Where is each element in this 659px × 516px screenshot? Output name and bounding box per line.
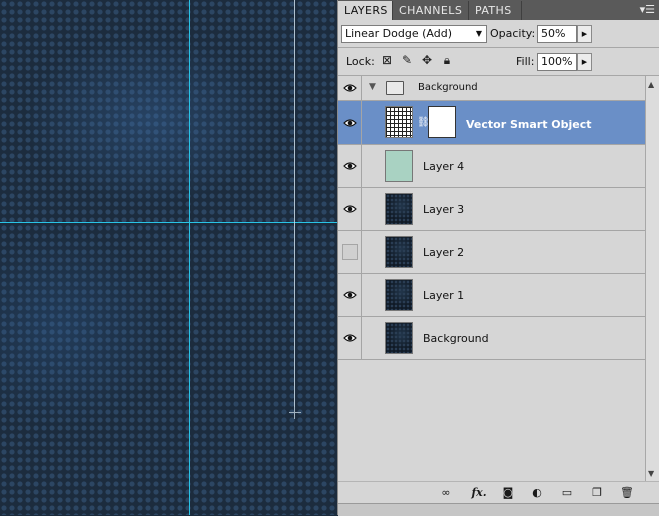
fill-field[interactable]: 100% <box>537 53 577 71</box>
lock-all-icon[interactable]: 🔒︎ <box>440 53 454 67</box>
delete-layer-icon[interactable]: 🗑︎ <box>619 485 635 501</box>
horizontal-guide[interactable] <box>0 222 337 223</box>
fill-slider-arrow-icon[interactable]: ▶ <box>577 53 592 71</box>
layer-name: Layer 4 <box>423 160 465 173</box>
tab-layers[interactable]: LAYERS <box>338 1 393 20</box>
blend-mode-value: Linear Dodge (Add) <box>345 27 452 40</box>
visibility-cell[interactable] <box>338 101 362 144</box>
layer-mask-thumbnail[interactable] <box>428 106 456 138</box>
new-group-icon[interactable]: ▭ <box>559 485 575 501</box>
scroll-up-arrow-icon[interactable]: ▲ <box>648 80 654 89</box>
eye-icon[interactable] <box>343 83 357 93</box>
lock-transparent-pixels-icon[interactable]: ⊠ <box>380 53 394 67</box>
eye-icon[interactable] <box>343 290 357 300</box>
opacity-slider-arrow-icon[interactable]: ▶ <box>577 25 592 43</box>
lock-position-icon[interactable]: ✥ <box>420 53 434 67</box>
layers-list: ▼ Background ⛓ Vector Smart Object Layer… <box>338 76 645 481</box>
layer-thumbnail[interactable] <box>385 106 413 138</box>
layer-name: Vector Smart Object <box>466 118 592 131</box>
tab-paths[interactable]: PATHS <box>469 1 522 20</box>
blend-mode-select[interactable]: Linear Dodge (Add) ▼ <box>341 25 487 43</box>
visibility-toggle-off[interactable] <box>342 244 358 260</box>
panel-menu-icon[interactable]: ▾☰ <box>640 3 655 16</box>
layer-thumbnail[interactable] <box>385 322 413 354</box>
vertical-guide[interactable] <box>189 0 190 515</box>
visibility-cell[interactable] <box>338 231 362 273</box>
fill-label: Fill: <box>516 55 535 68</box>
group-name: Background <box>418 82 478 93</box>
expand-triangle-icon[interactable]: ▼ <box>369 82 376 92</box>
eye-icon[interactable] <box>343 333 357 343</box>
layers-scrollbar[interactable]: ▲ ▼ <box>645 76 659 481</box>
layer-name: Layer 2 <box>423 246 465 259</box>
panel-tab-bar: LAYERS CHANNELS PATHS ▾☰ <box>338 0 659 20</box>
layer-name: Layer 1 <box>423 289 465 302</box>
layer-row-vector-smart-object[interactable]: ⛓ Vector Smart Object <box>338 101 645 145</box>
layer-thumbnail[interactable] <box>385 279 413 311</box>
layer-row-layer-4[interactable]: Layer 4 <box>338 145 645 188</box>
layer-row-layer-3[interactable]: Layer 3 <box>338 188 645 231</box>
lock-label: Lock: <box>346 55 375 68</box>
dropdown-arrow-icon: ▼ <box>475 29 482 38</box>
visibility-cell[interactable] <box>338 274 362 316</box>
eye-icon[interactable] <box>343 204 357 214</box>
adjustment-layer-icon[interactable]: ◐ <box>529 485 545 501</box>
visibility-cell[interactable] <box>338 317 362 359</box>
layer-row-layer-2[interactable]: Layer 2 <box>338 231 645 274</box>
layer-thumbnail[interactable] <box>385 236 413 268</box>
document-canvas[interactable] <box>0 0 337 515</box>
layer-thumbnail[interactable] <box>385 193 413 225</box>
layer-group-background[interactable]: ▼ Background <box>338 76 645 101</box>
layers-panel: LAYERS CHANNELS PATHS ▾☰ Linear Dodge (A… <box>337 0 659 516</box>
layer-row-layer-1[interactable]: Layer 1 <box>338 274 645 317</box>
panel-bottom-edge <box>338 503 659 516</box>
opacity-field[interactable]: 50% <box>537 25 577 43</box>
blend-row: Linear Dodge (Add) ▼ Opacity: 50% ▶ <box>338 21 659 47</box>
folder-icon <box>386 81 404 95</box>
visibility-cell[interactable] <box>338 145 362 187</box>
lock-row: Lock: ⊠ ✎ ✥ 🔒︎ Fill: 100% ▶ <box>338 49 659 75</box>
opacity-label: Opacity: <box>490 27 536 40</box>
vertical-guide-thin[interactable] <box>294 0 295 412</box>
visibility-cell[interactable] <box>338 188 362 230</box>
layer-name: Background <box>423 332 489 345</box>
scroll-down-arrow-icon[interactable]: ▼ <box>648 469 654 478</box>
divider <box>338 47 659 48</box>
layer-thumbnail[interactable] <box>385 150 413 182</box>
panel-footer: ∞ fx. ◙ ◐ ▭ ❐ 🗑︎ <box>338 481 659 504</box>
crosshair-cursor-icon <box>289 407 301 419</box>
add-mask-icon[interactable]: ◙ <box>500 485 516 501</box>
link-layers-icon[interactable]: ∞ <box>438 485 454 501</box>
tab-channels[interactable]: CHANNELS <box>393 1 469 20</box>
eye-icon[interactable] <box>343 161 357 171</box>
fx-icon[interactable]: fx. <box>468 485 490 501</box>
eye-icon[interactable] <box>343 118 357 128</box>
lock-image-pixels-icon[interactable]: ✎ <box>400 53 414 67</box>
new-layer-icon[interactable]: ❐ <box>589 485 605 501</box>
visibility-cell[interactable] <box>338 76 362 100</box>
layer-name: Layer 3 <box>423 203 465 216</box>
layer-row-background[interactable]: Background <box>338 317 645 360</box>
